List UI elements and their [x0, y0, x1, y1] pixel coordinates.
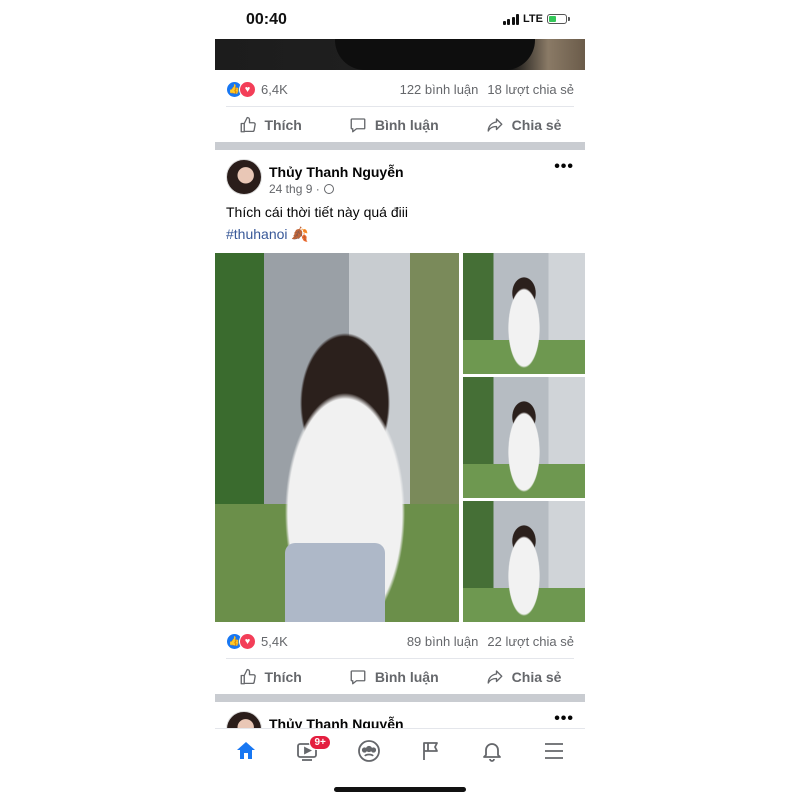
comment-button[interactable]: Bình luận — [349, 116, 439, 134]
comment-button[interactable]: Bình luận — [349, 668, 439, 686]
share-count[interactable]: 18 lượt chia sẻ — [487, 82, 574, 97]
previous-post-counts: 122 bình luận 18 lượt chia sẻ — [400, 79, 574, 99]
flag-icon — [422, 742, 438, 760]
post-photo-2[interactable] — [463, 253, 585, 374]
status-time: 00:40 — [246, 11, 287, 28]
battery-icon — [547, 14, 570, 24]
tab-video[interactable]: 9+ — [287, 731, 331, 771]
globe-icon — [323, 184, 334, 194]
post-separator — [215, 142, 585, 150]
post-actions: Thích Bình luận Chia sẻ — [215, 662, 585, 692]
previous-post-actions: Thích Bình luận Chia sẻ — [215, 110, 585, 140]
comment-count[interactable]: 122 bình luận — [400, 82, 479, 97]
post-counts: 89 bình luận 22 lượt chia sẻ — [407, 631, 574, 651]
comment-icon — [350, 670, 366, 685]
home-indicator[interactable] — [334, 787, 466, 792]
love-icon: ♥ — [239, 80, 256, 98]
reaction-count: 6,4K — [261, 81, 288, 97]
post-meta: 24 thg 9 · — [269, 182, 334, 196]
phone-screen: 00:40 LTE 👍 ♥ 6,4K 122 bình luận 18 lượt… — [215, 0, 585, 800]
post-separator — [215, 694, 585, 702]
tab-notifications[interactable] — [472, 731, 512, 771]
previous-post-photo[interactable] — [215, 39, 585, 70]
tab-groups[interactable] — [349, 731, 389, 771]
comment-count[interactable]: 89 bình luận — [407, 634, 479, 649]
post-hashtag[interactable]: #thuhanoi 🍂 — [226, 226, 309, 243]
share-count[interactable]: 22 lượt chia sẻ — [487, 634, 574, 649]
more-icon[interactable]: ••• — [554, 710, 574, 728]
more-icon[interactable]: ••• — [554, 158, 574, 176]
network-type: LTE — [523, 13, 543, 25]
video-badge: 9+ — [309, 735, 331, 750]
comment-icon — [350, 118, 366, 133]
post-date[interactable]: 24 thg 9 · — [269, 182, 320, 196]
avatar[interactable] — [226, 159, 262, 195]
signal-icon — [502, 13, 520, 25]
share-icon — [487, 670, 503, 684]
like-icon — [240, 668, 256, 685]
home-icon — [236, 742, 255, 759]
post-text: Thích cái thời tiết này quá điii — [226, 204, 408, 220]
post-photo-main[interactable] — [215, 253, 459, 622]
post-reactions[interactable]: 👍 ♥ 5,4K — [226, 631, 288, 651]
like-button[interactable]: Thích — [239, 668, 302, 686]
like-icon — [240, 116, 256, 133]
tab-home[interactable] — [226, 731, 266, 771]
share-button[interactable]: Chia sẻ — [486, 116, 561, 134]
post-photo-3[interactable] — [463, 377, 585, 498]
share-button[interactable]: Chia sẻ — [486, 668, 561, 686]
tab-pages[interactable] — [411, 731, 451, 771]
like-button[interactable]: Thích — [239, 116, 302, 134]
reaction-count: 5,4K — [261, 633, 288, 649]
divider — [226, 658, 574, 659]
groups-icon — [358, 740, 381, 762]
bell-icon — [483, 743, 502, 762]
menu-icon — [545, 743, 564, 759]
love-icon: ♥ — [239, 632, 256, 650]
post-author[interactable]: Thủy Thanh Nguyễn — [269, 164, 404, 180]
divider — [226, 106, 574, 107]
previous-post-reactions[interactable]: 👍 ♥ 6,4K — [226, 79, 288, 99]
share-icon — [487, 118, 503, 132]
tab-menu[interactable] — [534, 731, 574, 771]
status-indicators: LTE — [502, 13, 570, 25]
post-photo-4[interactable] — [463, 501, 585, 622]
tab-bar: 9+ — [215, 728, 585, 773]
